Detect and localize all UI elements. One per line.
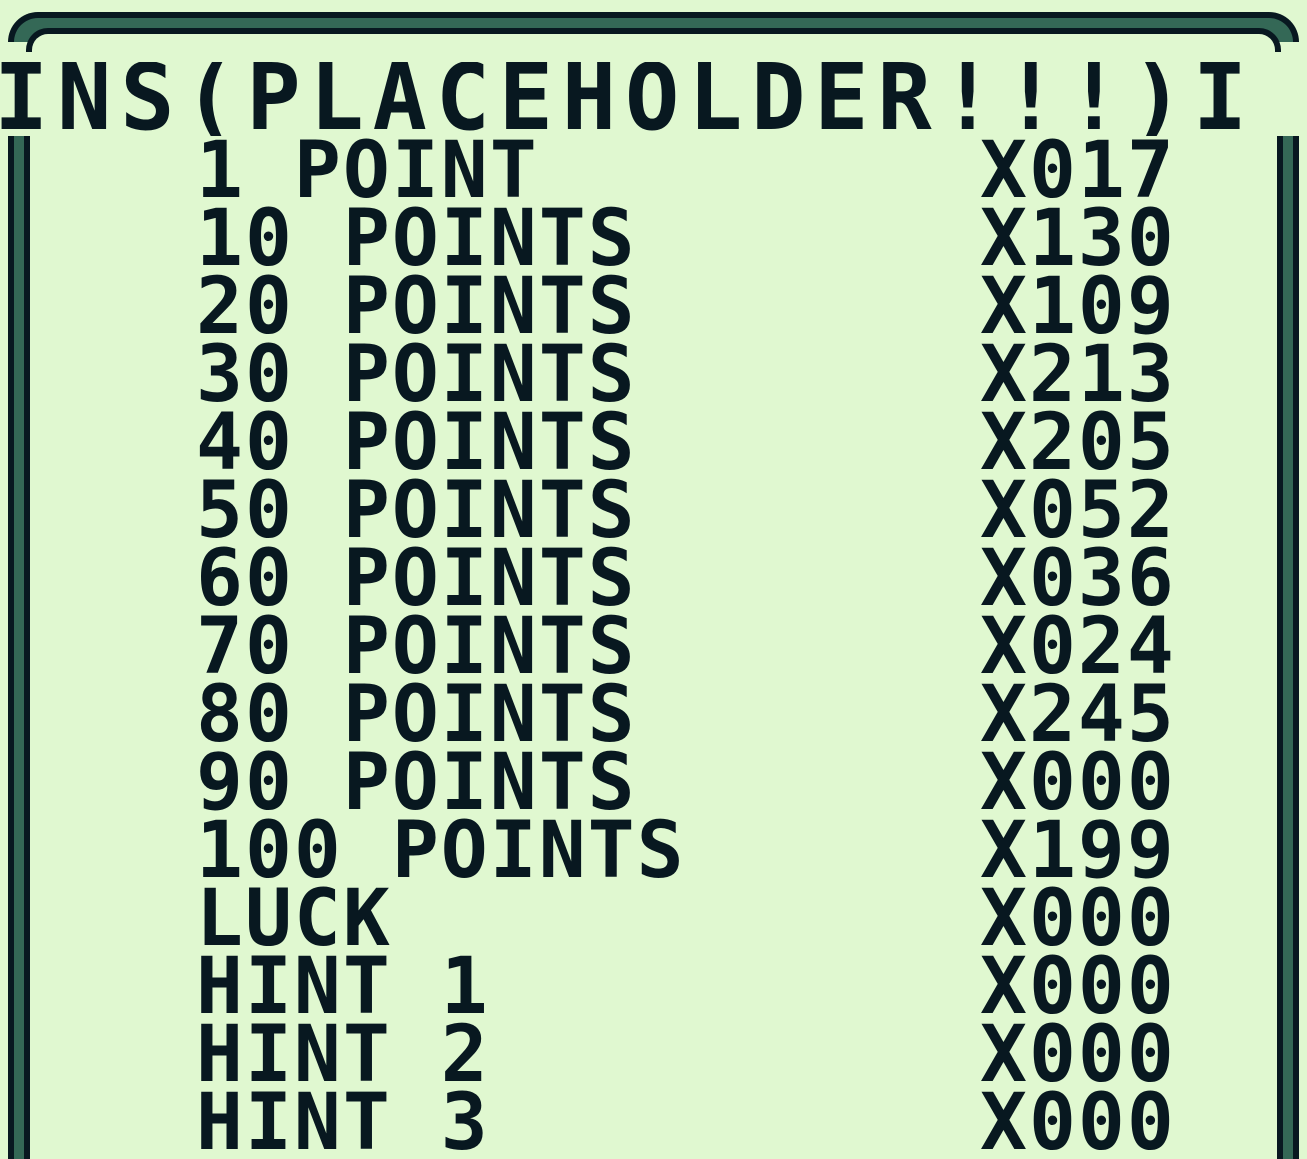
- item-label: HINT 3: [196, 1078, 490, 1159]
- title-bar: INS(PLACEHOLDER!!!)I: [0, 62, 1307, 136]
- screen-title: INS(PLACEHOLDER!!!)I: [0, 62, 1257, 136]
- item-count: X000: [980, 1078, 1176, 1159]
- window-frame-top-inner: [26, 28, 1281, 52]
- list-item[interactable]: HINT 3 X000: [0, 1084, 1307, 1159]
- game-screen: INS(PLACEHOLDER!!!)I 1 POINT X017 10 POI…: [0, 0, 1307, 1159]
